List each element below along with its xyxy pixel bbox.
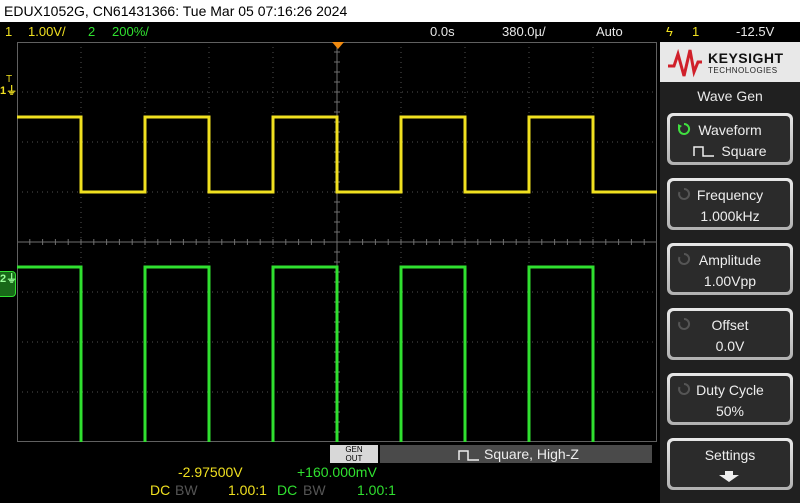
brand-logo: KEYSIGHT TECHNOLOGIES xyxy=(660,42,800,82)
trigger-mode[interactable]: Auto xyxy=(596,22,623,42)
wavegen-status: Square, High-Z xyxy=(380,445,652,463)
ch1-bw-limit[interactable]: BW xyxy=(175,482,198,498)
softkey-value: Square xyxy=(670,143,790,159)
trigger-source[interactable]: 1 xyxy=(692,22,699,42)
bottom-status: GEN OUT Square, High-Z -2.97500V +160.00… xyxy=(0,442,660,503)
trigger-edge-icon: ϟ xyxy=(666,24,673,39)
gen-out-indicator[interactable]: GEN OUT xyxy=(330,445,378,463)
softkey-label: Duty Cycle xyxy=(696,382,764,398)
ch2-bw-limit[interactable]: BW xyxy=(303,482,326,498)
frequency-softkey[interactable]: Frequency 1.000kHz xyxy=(667,178,793,230)
out-label: OUT xyxy=(345,454,363,463)
window-title: EDUX1052G, CN61431366: Tue Mar 05 07:16:… xyxy=(0,0,800,22)
trigger-position-icon xyxy=(332,42,344,49)
ch1-scale[interactable]: 1.00V/ xyxy=(28,22,66,42)
ground-icon: ⏚ xyxy=(6,85,18,97)
ch2-coupling[interactable]: DC xyxy=(277,482,297,498)
arrow-down-icon xyxy=(719,471,739,482)
ch2-scale[interactable]: 200%/ xyxy=(112,22,149,42)
ch2-trace xyxy=(17,265,595,442)
softkey-label: Waveform xyxy=(698,122,762,138)
waveform-softkey[interactable]: Waveform Square xyxy=(667,113,793,165)
gen-label: GEN xyxy=(345,445,363,454)
ch2-number[interactable]: 2 xyxy=(88,22,95,42)
menu-title: Wave Gen xyxy=(697,88,763,104)
softkey-label: Amplitude xyxy=(698,252,762,268)
softkey-menu: KEYSIGHT TECHNOLOGIES Wave Gen Waveform … xyxy=(660,42,800,503)
waveform-value: Square xyxy=(721,143,767,159)
duty-cycle-softkey[interactable]: Duty Cycle 50% xyxy=(667,373,793,425)
ch1-ground-marker[interactable]: 1⏚ xyxy=(0,84,18,98)
wavegen-status-text: Square, High-Z xyxy=(484,446,579,462)
ground-icon: ⏚ xyxy=(6,273,18,285)
waveform-display[interactable] xyxy=(17,42,657,442)
status-bar: 1 1.00V/ 2 200%/ 0.0s 380.0µ/ Auto ϟ 1 -… xyxy=(0,22,800,42)
square-wave-icon xyxy=(693,146,715,157)
softkey-value: 50% xyxy=(715,403,745,419)
logo-name: KEYSIGHT xyxy=(708,50,784,66)
logo-subtitle: TECHNOLOGIES xyxy=(708,66,778,75)
ch1-number[interactable]: 1 xyxy=(5,22,12,42)
keysight-wave-icon xyxy=(668,48,702,78)
softkey-label: Frequency xyxy=(696,187,764,203)
ch2-ground-marker[interactable]: 2⏚ xyxy=(0,271,18,297)
ch1-probe[interactable]: 1.00:1 xyxy=(228,482,267,498)
time-scale[interactable]: 380.0µ/ xyxy=(502,22,546,42)
softkey-label: Settings xyxy=(704,447,756,463)
softkey-label: Offset xyxy=(711,317,749,333)
ch1-trace xyxy=(17,115,657,194)
ch2-offset[interactable]: +160.000mV xyxy=(297,464,377,480)
softkey-value: 1.00Vpp xyxy=(703,273,757,289)
ch1-offset[interactable]: -2.97500V xyxy=(178,464,243,480)
ch1-coupling[interactable]: DC xyxy=(150,482,170,498)
offset-softkey[interactable]: Offset 0.0V xyxy=(667,308,793,360)
time-offset[interactable]: 0.0s xyxy=(430,22,455,42)
settings-softkey[interactable]: Settings xyxy=(667,438,793,490)
softkey-value: 1.000kHz xyxy=(700,208,760,224)
trigger-level[interactable]: -12.5V xyxy=(736,22,774,42)
softkey-value: 0.0V xyxy=(715,338,745,354)
amplitude-softkey[interactable]: Amplitude 1.00Vpp xyxy=(667,243,793,295)
square-wave-icon xyxy=(458,450,479,461)
ch2-probe[interactable]: 1.00:1 xyxy=(357,482,396,498)
